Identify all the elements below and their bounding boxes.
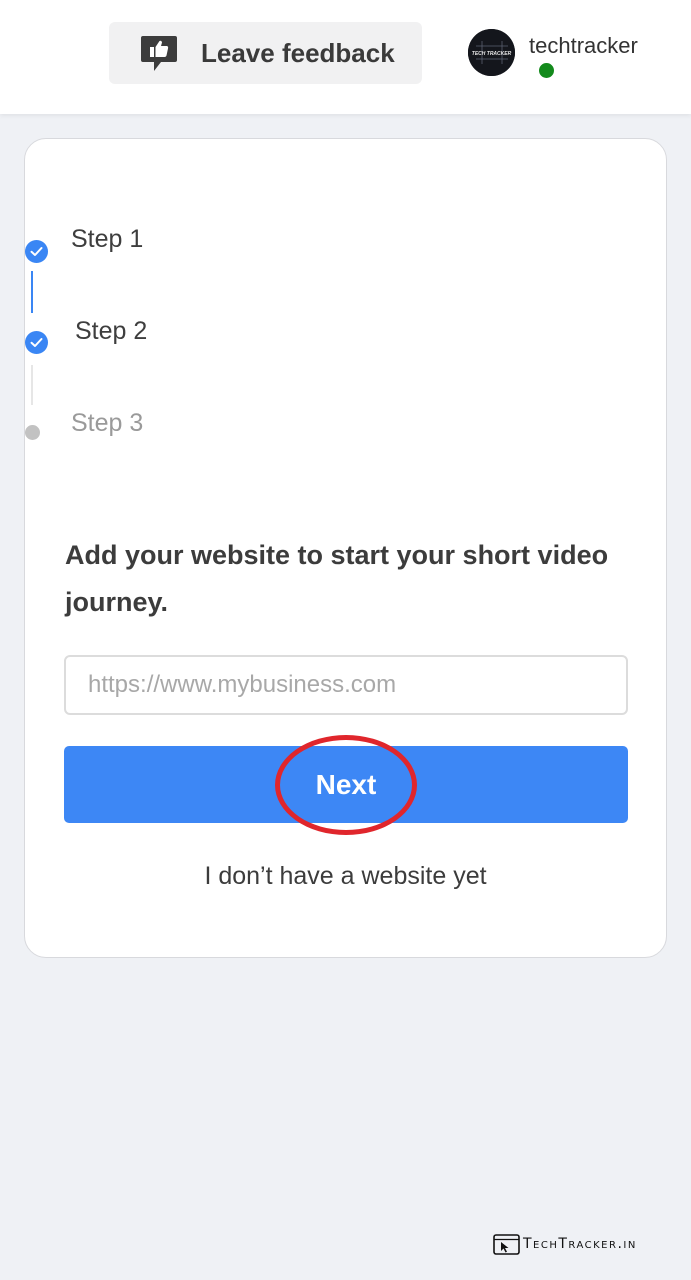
page-heading: Add your website to start your short vid… [65,540,609,617]
step-2-check-icon [25,331,48,354]
browser-cursor-icon [493,1233,520,1255]
next-button[interactable]: Next [64,746,628,823]
step-connector-1 [31,271,33,313]
username: techtracker [529,33,638,58]
step-2-label: Step 2 [75,317,148,345]
leave-feedback-button[interactable]: Leave feedback [109,22,422,84]
watermark: TechTracker.in [493,1232,637,1256]
thumbs-up-feedback-icon [141,36,177,71]
website-setup-card: Step 1 Step 2 Step 3 Add your website to… [24,138,667,958]
step-1-label: Step 1 [71,225,144,253]
top-bar: Leave feedback TECH TRACKER techtracker [0,0,691,114]
techtracker-logo-icon: TECH TRACKER [468,29,515,76]
no-website-link[interactable]: I don’t have a website yet [25,862,666,891]
leave-feedback-label: Leave feedback [201,37,395,68]
step-3-pending-icon [25,425,40,440]
avatar[interactable]: TECH TRACKER [468,29,515,76]
watermark-text: TechTracker.in [523,1236,637,1252]
step-3-label: Step 3 [71,409,144,437]
avatar-logo-text: TECH TRACKER [472,51,512,57]
website-url-input[interactable] [64,655,628,715]
online-status-indicator [539,63,554,78]
step-1-check-icon [25,240,48,263]
step-connector-2 [31,365,33,405]
